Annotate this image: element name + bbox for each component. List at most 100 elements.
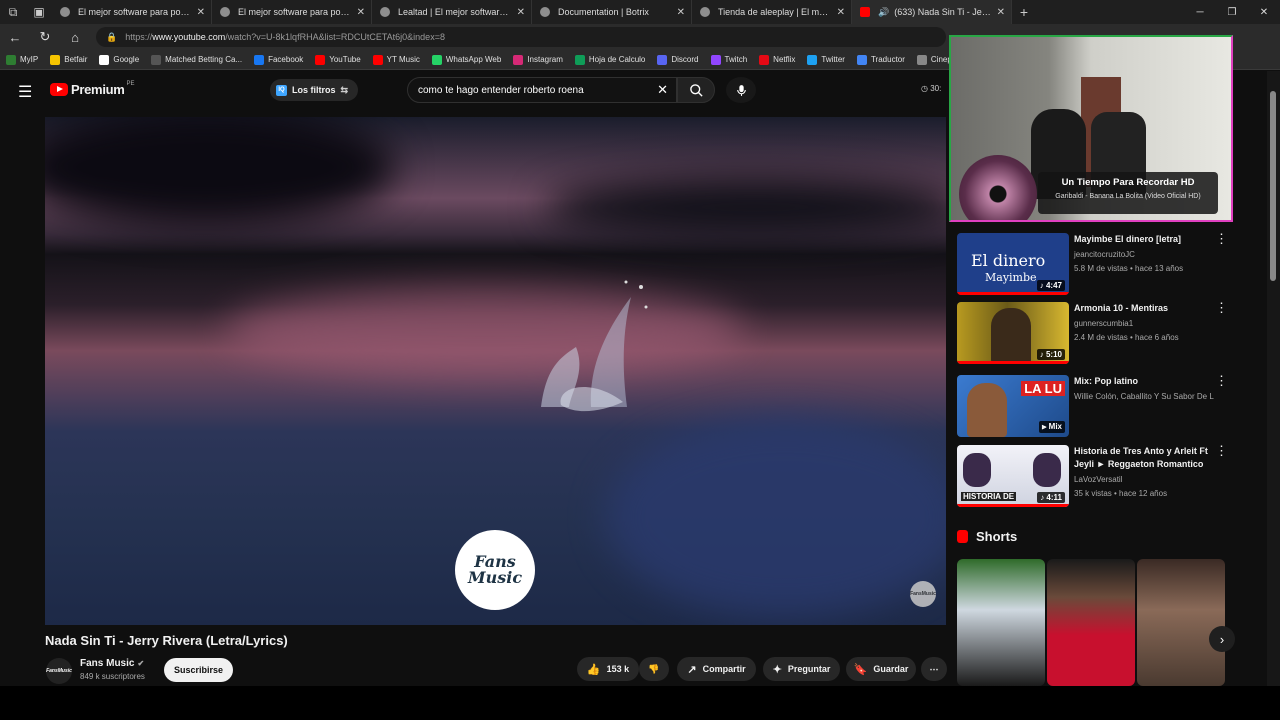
close-tab-icon[interactable]: ✕ bbox=[197, 7, 205, 18]
like-count: 153 k bbox=[606, 664, 630, 674]
video-thumbnail[interactable]: LA LU ⫸ Mix bbox=[957, 375, 1069, 437]
save-label: Guardar bbox=[873, 664, 909, 674]
video-thumbnail[interactable]: ♪ 5:10 bbox=[957, 302, 1069, 364]
bookmark-item[interactable]: Hoja de Calculo bbox=[574, 54, 645, 65]
browser-tab[interactable]: El mejor software para potenciar ✕ bbox=[212, 0, 372, 24]
bookmark-item[interactable]: MyIP bbox=[6, 54, 38, 65]
short-thumbnail[interactable] bbox=[1047, 559, 1135, 686]
search-input[interactable]: como te hago entender roberto roena ✕ bbox=[407, 77, 677, 103]
share-label: Compartir bbox=[702, 664, 746, 674]
save-button[interactable]: 🔖 Guardar bbox=[846, 657, 916, 681]
tab-favicon-icon bbox=[220, 7, 230, 17]
browser-tab[interactable]: El mejor software para potenciar ✕ bbox=[52, 0, 212, 24]
bookmark-item[interactable]: Traductor bbox=[856, 54, 905, 65]
related-mix[interactable]: LA LU ⫸ Mix Mix: Pop latino Willie Colón… bbox=[957, 373, 1228, 439]
reload-icon[interactable]: ↻ bbox=[30, 24, 60, 50]
duration-badge: ♪ 5:10 bbox=[1036, 349, 1065, 360]
bookmark-item[interactable]: Discord bbox=[657, 54, 699, 65]
clear-search-icon[interactable]: ✕ bbox=[657, 82, 668, 98]
browser-tab[interactable]: Tienda de aleeplay | El mejor softw ✕ bbox=[692, 0, 852, 24]
workspaces-icon[interactable]: ⧉ bbox=[0, 0, 26, 24]
tab-title: Tienda de aleeplay | El mejor softw bbox=[718, 7, 831, 17]
close-tab-icon[interactable]: ✕ bbox=[517, 7, 525, 18]
bookmark-favicon-icon bbox=[916, 54, 927, 65]
filters-button[interactable]: IQ Los filtros ⇆ bbox=[270, 79, 359, 101]
more-actions-button[interactable]: ⋯ bbox=[921, 657, 947, 681]
video-thumbnail[interactable]: El dinero Mayimbe ♪ 4:47 bbox=[957, 233, 1069, 295]
tab-actions-icon[interactable]: ▣ bbox=[26, 0, 52, 24]
youtube-logo[interactable]: Premium PE bbox=[50, 81, 135, 97]
video-thumbnail[interactable]: HISTORIA DE ♪ 4:11 bbox=[957, 445, 1069, 507]
close-window-icon[interactable]: ✕ bbox=[1248, 0, 1280, 24]
short-thumbnail[interactable] bbox=[1137, 559, 1225, 686]
related-title: Armonia 10 - Mentiras bbox=[1074, 303, 1169, 313]
scrollbar-thumb[interactable] bbox=[1270, 91, 1276, 281]
bookmark-item[interactable]: Netflix bbox=[759, 54, 795, 65]
bookmark-item[interactable]: Twitch bbox=[710, 54, 747, 65]
url-path: /watch?v=U-8k1lqfRHA&list=RDCUtCETAt6j0&… bbox=[225, 32, 445, 42]
more-options-icon[interactable]: ⋮ bbox=[1215, 373, 1228, 389]
channel-corner-logo[interactable]: Fans Music bbox=[910, 581, 936, 607]
far-shore bbox=[545, 177, 946, 237]
close-tab-icon[interactable]: ✕ bbox=[997, 7, 1005, 18]
timer-text: 30: bbox=[930, 84, 942, 93]
related-channel: jeancitocruzitoJC bbox=[1074, 250, 1135, 259]
maximize-icon[interactable]: ❐ bbox=[1216, 0, 1248, 24]
bookmark-label: WhatsApp Web bbox=[445, 55, 502, 64]
more-options-icon[interactable]: ⋮ bbox=[1215, 443, 1228, 459]
more-icon: ⋯ bbox=[929, 663, 939, 674]
filter-badge-icon: IQ bbox=[276, 84, 287, 96]
duration-badge: ♪ 4:11 bbox=[1037, 492, 1065, 503]
bookmark-item[interactable]: Matched Betting Ca... bbox=[151, 54, 242, 65]
bookmark-label: Discord bbox=[671, 55, 699, 64]
page-scrollbar[interactable] bbox=[1267, 71, 1280, 686]
bookmark-favicon-icon bbox=[710, 54, 721, 65]
bookmark-item[interactable]: Betfair bbox=[50, 54, 87, 65]
menu-icon[interactable]: ☰ bbox=[18, 82, 32, 102]
channel-name[interactable]: Fans Music ✔ bbox=[80, 658, 144, 669]
video-player[interactable]: Fans Music Fans Music bbox=[45, 117, 946, 625]
browser-tab-active[interactable]: 🔊 (633) Nada Sin Ti - Jerry Rive ✕ bbox=[852, 0, 1012, 24]
voice-search-button[interactable] bbox=[726, 77, 756, 103]
browser-tab[interactable]: Documentation | Botrix ✕ bbox=[532, 0, 692, 24]
related-video[interactable]: El dinero Mayimbe ♪ 4:47 Mayimbe El dine… bbox=[957, 231, 1228, 297]
related-video[interactable]: HISTORIA DE ♪ 4:11 Historia de Tres Anto… bbox=[957, 443, 1228, 509]
bookmark-item[interactable]: YouTube bbox=[315, 54, 361, 65]
channel-avatar[interactable]: Fans Music bbox=[46, 658, 72, 684]
more-options-icon[interactable]: ⋮ bbox=[1215, 231, 1228, 247]
like-button[interactable]: 👍 153 k bbox=[577, 657, 639, 681]
bookmark-item[interactable]: YT Music bbox=[372, 54, 420, 65]
search-button[interactable] bbox=[677, 77, 715, 103]
bookmark-item[interactable]: Google bbox=[99, 54, 139, 65]
shore-silhouette bbox=[45, 117, 395, 227]
new-tab-button[interactable]: + bbox=[1012, 4, 1036, 20]
shorts-label: Shorts bbox=[976, 529, 1018, 544]
back-icon[interactable]: ← bbox=[0, 24, 30, 50]
close-tab-icon[interactable]: ✕ bbox=[837, 7, 845, 18]
tab-favicon-icon bbox=[380, 7, 390, 17]
tune-icon: ⇆ bbox=[340, 84, 349, 95]
share-button[interactable]: ↗ Compartir bbox=[677, 657, 756, 681]
short-thumbnail[interactable] bbox=[957, 559, 1045, 686]
related-video[interactable]: ♪ 5:10 Armonia 10 - Mentiras gunnerscumb… bbox=[957, 300, 1228, 366]
close-tab-icon[interactable]: ✕ bbox=[357, 7, 365, 18]
browser-tab[interactable]: Lealtad | El mejor software para p ✕ bbox=[372, 0, 532, 24]
bookmark-item[interactable]: WhatsApp Web bbox=[431, 54, 502, 65]
dislike-button[interactable]: 👎 bbox=[639, 657, 669, 681]
avatar-line-1: Fans bbox=[46, 667, 58, 674]
bookmark-item[interactable]: Twitter bbox=[807, 54, 845, 65]
chevron-right-icon[interactable]: › bbox=[1209, 626, 1235, 652]
close-tab-icon[interactable]: ✕ bbox=[677, 7, 685, 18]
bookmark-item[interactable]: Facebook bbox=[254, 54, 303, 65]
bookmark-label: Instagram bbox=[527, 55, 563, 64]
minimize-icon[interactable]: ─ bbox=[1184, 0, 1216, 24]
url-field[interactable]: 🔒 https://www.youtube.com/watch?v=U-8k1l… bbox=[96, 27, 946, 47]
ask-button[interactable]: ✦ Preguntar bbox=[763, 657, 840, 681]
subscribe-button[interactable]: Suscribirse bbox=[164, 658, 233, 682]
now-playing-track: Garibaldi - Banana La Bolita (Video Ofic… bbox=[1055, 193, 1201, 200]
youtube-play-icon bbox=[50, 83, 68, 96]
speaker-icon[interactable]: 🔊 bbox=[878, 7, 889, 18]
more-options-icon[interactable]: ⋮ bbox=[1215, 300, 1228, 316]
home-icon[interactable]: ⌂ bbox=[60, 24, 90, 50]
bookmark-item[interactable]: Instagram bbox=[513, 54, 563, 65]
